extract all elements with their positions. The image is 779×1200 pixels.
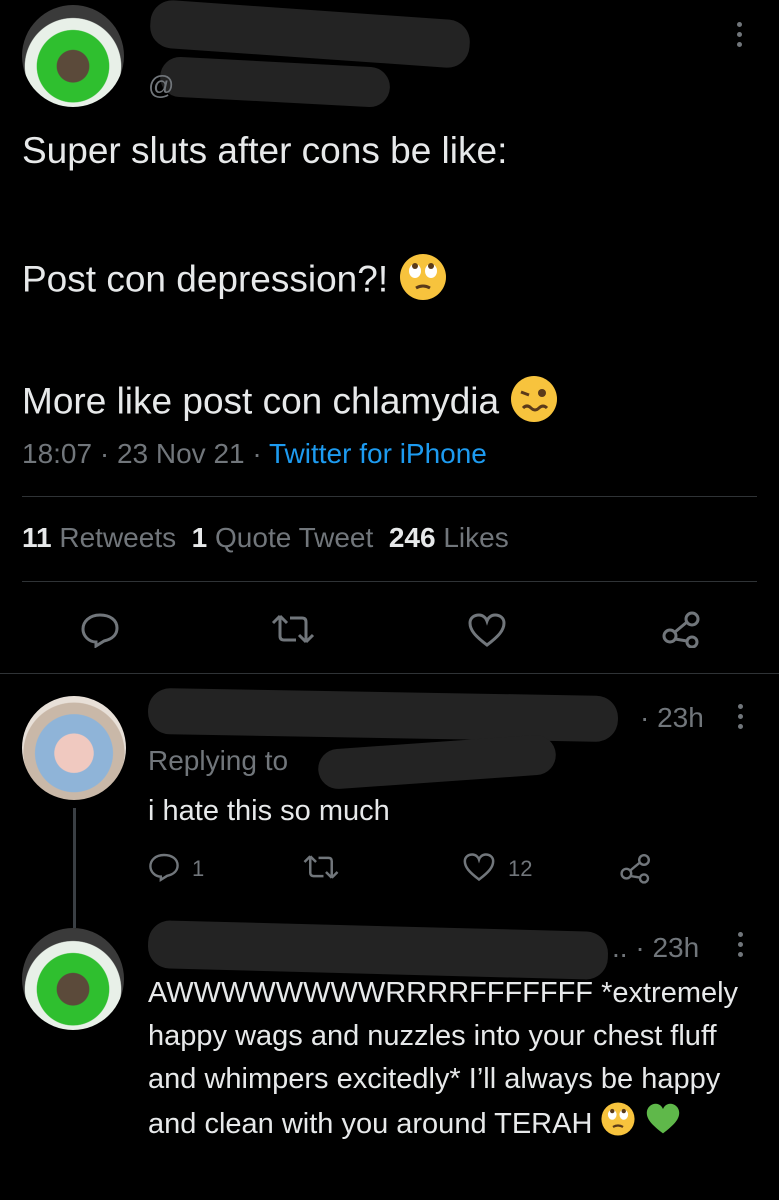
replying-to-handle-redacted xyxy=(316,733,558,791)
retweets-count: 11 xyxy=(22,522,52,553)
quotes-stat[interactable]: 1 Quote Tweet xyxy=(192,522,374,553)
tweet-line-2-text: Post con depression?! xyxy=(22,258,389,300)
woozy-emoji xyxy=(509,374,559,433)
like-icon[interactable] xyxy=(467,612,507,648)
share-icon[interactable] xyxy=(620,852,652,884)
meta-separator: · xyxy=(252,438,262,469)
reply-icon[interactable] xyxy=(80,612,120,648)
tweet-line-2: Post con depression?! xyxy=(22,252,448,311)
reply-1-time: · 23h xyxy=(640,702,704,733)
tweet-stats: 11 Retweets 1 Quote Tweet 246 Likes xyxy=(22,522,509,554)
quotes-label: Quote Tweet xyxy=(215,522,374,553)
tweet-meta: 18:07 · 23 Nov 21 · Twitter for iPhone xyxy=(22,438,487,470)
eye-roll-emoji xyxy=(398,252,448,311)
tweet-source-link[interactable]: Twitter for iPhone xyxy=(269,438,487,469)
reply-2-time: .. · 23h xyxy=(612,932,700,963)
reply-icon[interactable] xyxy=(148,852,180,882)
reply-2-avatar[interactable] xyxy=(22,928,124,1030)
tweet-time: 18:07 xyxy=(22,438,93,469)
eye-roll-emoji xyxy=(600,1101,636,1150)
thread-line xyxy=(73,808,76,928)
tweet-line-3-text: More like post con chlamydia xyxy=(22,380,500,422)
author-handle-redacted xyxy=(159,56,391,108)
like-icon[interactable] xyxy=(462,852,496,882)
retweet-icon[interactable] xyxy=(302,852,340,882)
meta-separator: · xyxy=(99,438,110,469)
green-heart-emoji xyxy=(645,1102,681,1149)
reply-1-reply-count: 1 xyxy=(192,856,205,881)
divider xyxy=(22,496,757,497)
likes-stat[interactable]: 246 Likes xyxy=(389,522,509,553)
more-vertical-icon[interactable] xyxy=(738,704,744,734)
reply-2-text: AWWWWWWWWRRRRFFFFFFF *extremely happy wa… xyxy=(148,972,763,1150)
reply-1-text: i hate this so much xyxy=(148,795,390,827)
tweet-line-3: More like post con chlamydia xyxy=(22,374,559,433)
retweets-stat[interactable]: 11 Retweets xyxy=(22,522,176,553)
reply-2-name-redacted xyxy=(147,919,609,981)
tweet-date: 23 Nov 21 xyxy=(116,438,245,469)
replying-to-label: Replying to xyxy=(148,745,289,776)
quotes-count: 1 xyxy=(191,522,208,553)
more-vertical-icon[interactable] xyxy=(738,932,744,962)
reply-1-like-count: 12 xyxy=(508,856,533,881)
likes-count: 246 xyxy=(388,522,436,553)
retweets-label: Retweets xyxy=(59,522,177,553)
divider xyxy=(22,581,757,582)
likes-label: Likes xyxy=(443,522,509,553)
reply-1-name-redacted xyxy=(147,687,619,743)
author-avatar[interactable] xyxy=(22,5,124,107)
tweet-line-1: Super sluts after cons be like: xyxy=(22,130,508,171)
handle-at: @ xyxy=(148,70,175,100)
reply-1-avatar[interactable] xyxy=(22,696,126,800)
more-vertical-icon[interactable] xyxy=(737,22,743,52)
retweet-icon[interactable] xyxy=(270,612,316,646)
share-icon[interactable] xyxy=(662,610,702,648)
divider xyxy=(0,673,779,674)
